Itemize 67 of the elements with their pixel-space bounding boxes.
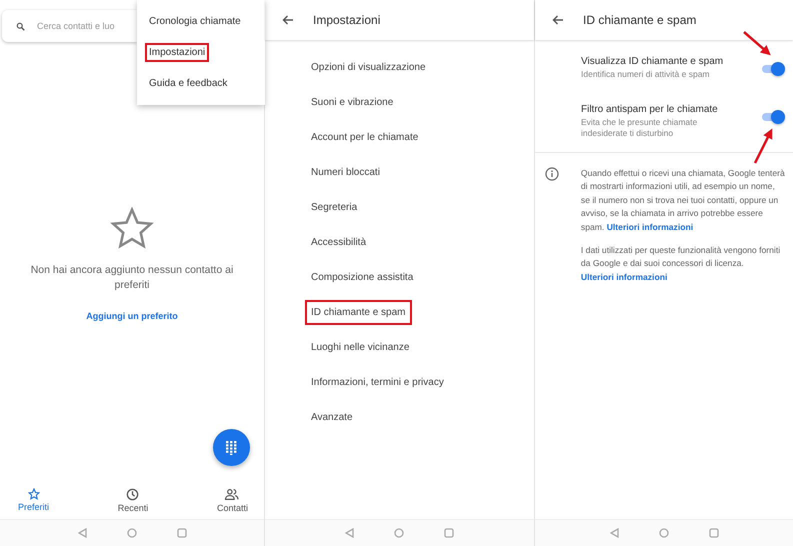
recents-nav-icon[interactable]	[176, 528, 186, 538]
search-field[interactable]: Cerca contatti e luo	[37, 21, 137, 31]
screen-title: Impostazioni	[313, 13, 380, 27]
settings-label: Accessibilità	[310, 236, 368, 250]
settings-item[interactable]: Account per le chiamate	[265, 120, 534, 155]
home-nav-icon[interactable]	[658, 528, 668, 538]
info-paragraph: Quando effettui o ricevi una chiamata, Google tenterà di mostrarti informazioni utili, ad esempio un nome, se il numero non si trova nei tuoi contatti, oppure un avviso, se la chiamata in arrivo potrebbe essere spam. Ulteriori informazioni	[580, 167, 785, 234]
learn-more-link[interactable]: Ulteriori informazioni	[606, 222, 694, 232]
info-icon	[545, 167, 559, 181]
menu-item[interactable]: Guida e feedback	[137, 68, 265, 99]
settings-item[interactable]: Opzioni di visualizzazione	[265, 50, 534, 85]
settings-item[interactable]: Avanzate	[265, 400, 534, 435]
menu-label: Guida e feedback	[148, 77, 228, 91]
settings-item[interactable]: Composizione assistita	[265, 260, 534, 295]
star-icon	[110, 207, 154, 249]
clock-icon	[126, 488, 140, 501]
menu-item[interactable]: Cronologia chiamate	[137, 6, 265, 37]
settings-label: Opzioni di visualizzazione	[310, 61, 427, 75]
back-arrow-icon	[282, 15, 294, 25]
back-nav-icon[interactable]	[610, 528, 618, 538]
toggle-switch[interactable]	[761, 62, 785, 76]
learn-more-link[interactable]: Ulteriori informazioni	[580, 272, 668, 282]
settings-label: Segreteria	[310, 201, 358, 215]
dialpad-icon	[226, 440, 237, 454]
setting-title: Visualizza ID chiamante e spam	[581, 56, 724, 67]
recents-nav-icon[interactable]	[444, 528, 454, 538]
back-nav-icon[interactable]	[78, 528, 86, 538]
settings-label: Suoni e vibrazione	[310, 96, 394, 110]
dialpad-button[interactable]	[213, 429, 250, 466]
settings-item[interactable]: ID chiamante e spam	[265, 295, 534, 330]
annotation-arrow	[754, 128, 772, 164]
settings-item[interactable]: Accessibilità	[265, 225, 534, 260]
settings-item[interactable]: Suoni e vibrazione	[265, 85, 534, 120]
tab[interactable]: Contatti	[216, 488, 248, 513]
settings-item[interactable]: Segreteria	[265, 190, 534, 225]
add-favorite-link[interactable]: Aggiungi un preferito	[86, 311, 178, 321]
menu-label: Cronologia chiamate	[148, 15, 242, 29]
tab[interactable]: Recenti	[118, 488, 148, 513]
back-arrow-icon	[552, 15, 564, 25]
highlighted-label: ID chiamante e spam	[307, 302, 410, 323]
search-icon	[16, 20, 25, 32]
home-nav-icon[interactable]	[126, 528, 136, 538]
people-icon	[225, 488, 240, 501]
settings-label: Composizione assistita	[310, 271, 414, 285]
settings-label: Avanzate	[310, 411, 354, 425]
highlighted-label: Impostazioni	[147, 45, 208, 60]
recents-nav-icon[interactable]	[708, 528, 718, 538]
setting-description: Evita che le presunte chiamate indesiderate ti disturbino	[581, 117, 698, 139]
settings-label: Account per le chiamate	[310, 131, 420, 145]
info-paragraph: I dati utilizzati per queste funzionalità vengono forniti da Google e dai suoi concessori di licenza. Ulteriori informazioni	[580, 244, 782, 284]
settings-label: Informazioni, termini e privacy	[310, 376, 445, 390]
empty-message: Non hai ancora aggiunto nessun contatto ai preferiti	[30, 263, 234, 293]
settings-label: Luoghi nelle vicinanze	[310, 341, 410, 355]
menu-item[interactable]: Impostazioni	[137, 37, 265, 68]
toggle-switch[interactable]	[761, 110, 785, 124]
setting-title: Filtro antispam per le chiamate	[581, 104, 719, 115]
star-icon	[28, 488, 40, 500]
settings-label: Numeri bloccati	[310, 166, 381, 180]
annotation-arrow	[743, 31, 771, 56]
back-nav-icon[interactable]	[345, 528, 354, 538]
home-nav-icon[interactable]	[394, 528, 404, 538]
settings-item[interactable]: Informazioni, termini e privacy	[265, 365, 534, 400]
setting-description: Identifica numeri di attività e spam	[581, 69, 711, 80]
settings-item[interactable]: Luoghi nelle vicinanze	[265, 330, 534, 365]
tab[interactable]: Preferiti	[18, 488, 50, 513]
screen-title: ID chiamante e spam	[583, 13, 696, 27]
settings-item[interactable]: Numeri bloccati	[265, 155, 534, 190]
